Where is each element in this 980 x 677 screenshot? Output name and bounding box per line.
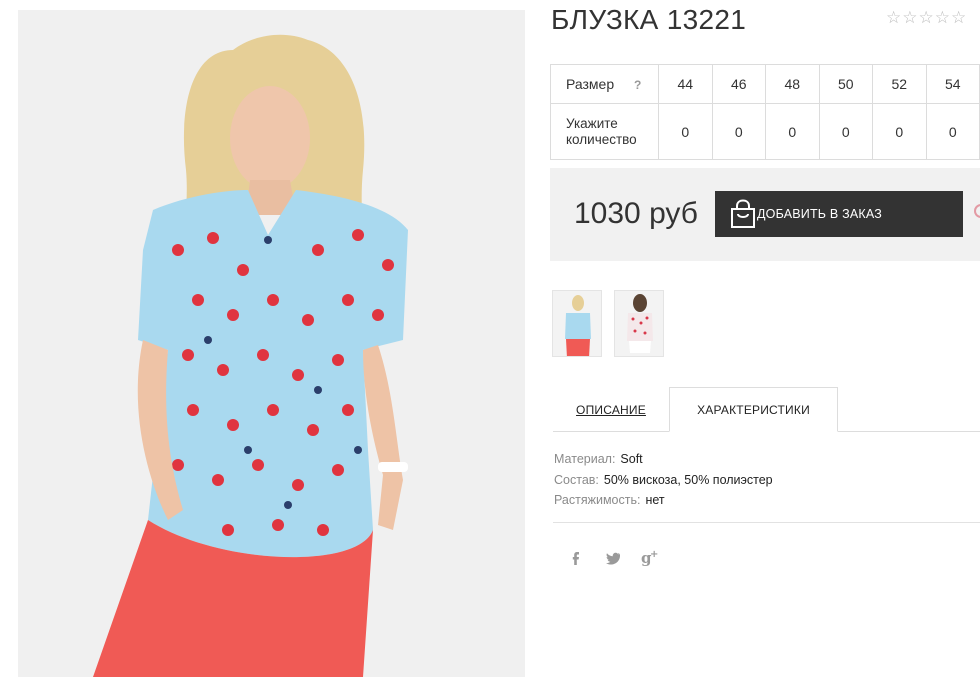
size-cell: 54 (925, 64, 980, 104)
product-price: 1030 руб (574, 197, 698, 230)
add-to-order-label: ДОБАВИТЬ В ЗАКАЗ (757, 207, 883, 221)
add-to-order-button[interactable]: ДОБАВИТЬ В ЗАКАЗ (715, 191, 963, 237)
tab-characteristics[interactable]: ХАРАКТЕРИСТИКИ (669, 387, 838, 432)
spec-key: Растяжимость: (554, 493, 641, 507)
size-label: Размер (566, 76, 615, 92)
product-title: БЛУЗКА 13221 (551, 4, 747, 35)
thumbnail-image[interactable] (552, 290, 602, 357)
quantity-row: Укажите количество 0 0 0 0 0 0 (550, 103, 980, 160)
facebook-icon[interactable] (566, 548, 603, 568)
product-main-photo[interactable] (18, 10, 525, 677)
spec-value: Soft (620, 452, 643, 466)
shopping-bag-icon (729, 199, 757, 232)
wishlist-heart-icon[interactable] (974, 204, 980, 218)
tab-description-label: ОПИСАНИЕ (576, 402, 646, 417)
characteristics-list: Материал: Soft Состав: 50% вискоза, 50% по… (554, 449, 773, 511)
quantity-label-line2: количество (566, 131, 637, 147)
star-icon[interactable]: ☆ (935, 10, 950, 27)
spec-key: Состав: (554, 472, 599, 487)
size-help-icon[interactable]: ? (634, 78, 641, 92)
size-cell: 44 (658, 64, 713, 104)
product-tabs: ОПИСАНИЕ ХАРАКТЕРИСТИКИ (553, 387, 980, 432)
thumbnail-image[interactable] (614, 290, 664, 357)
quantity-input[interactable]: 0 (711, 103, 766, 160)
quantity-input[interactable]: 0 (872, 103, 927, 160)
spec-value: нет (645, 493, 665, 507)
size-row: Размер? 44 46 48 50 52 54 (550, 64, 980, 104)
star-icon[interactable]: ☆ (902, 10, 917, 27)
quantity-input[interactable]: 0 (818, 103, 873, 160)
divider (553, 522, 980, 523)
spec-row: Растяжимость: нет (554, 490, 773, 511)
quantity-header-cell: Укажите количество (550, 103, 659, 160)
size-cell: 50 (818, 64, 873, 104)
quantity-input[interactable]: 0 (658, 103, 713, 160)
spec-value: 50% вискоза, 50% полиэстер (603, 472, 773, 487)
thumbnail-gallery (552, 290, 664, 357)
spec-key: Материал: (554, 452, 616, 466)
star-icon[interactable]: ☆ (951, 10, 966, 27)
spec-row: Состав: 50% вискоза, 50% полиэстер (554, 470, 773, 491)
size-cell: 48 (765, 64, 820, 104)
svg-text:+: + (650, 549, 658, 560)
star-icon[interactable]: ☆ (886, 10, 901, 27)
size-cell: 46 (711, 64, 766, 104)
order-panel: 1030 руб ДОБАВИТЬ В ЗАКАЗ (550, 168, 980, 261)
rating-stars[interactable]: ☆ ☆ ☆ ☆ ☆ (886, 10, 966, 27)
size-header-cell: Размер? (550, 64, 659, 104)
quantity-input[interactable]: 0 (925, 103, 980, 160)
star-icon[interactable]: ☆ (919, 10, 934, 27)
tab-characteristics-label: ХАРАКТЕРИСТИКИ (697, 402, 810, 417)
tab-description[interactable]: ОПИСАНИЕ (553, 387, 669, 432)
quantity-label-line1: Укажите (566, 115, 618, 131)
quantity-input[interactable]: 0 (765, 103, 820, 160)
size-cell: 52 (872, 64, 927, 104)
twitter-icon[interactable] (603, 548, 640, 568)
social-share: g + (566, 548, 677, 568)
spec-row: Материал: Soft (554, 449, 773, 470)
google-plus-icon[interactable]: g + (640, 548, 677, 568)
size-quantity-table: Размер? 44 46 48 50 52 54 Укажите количе… (550, 64, 980, 160)
